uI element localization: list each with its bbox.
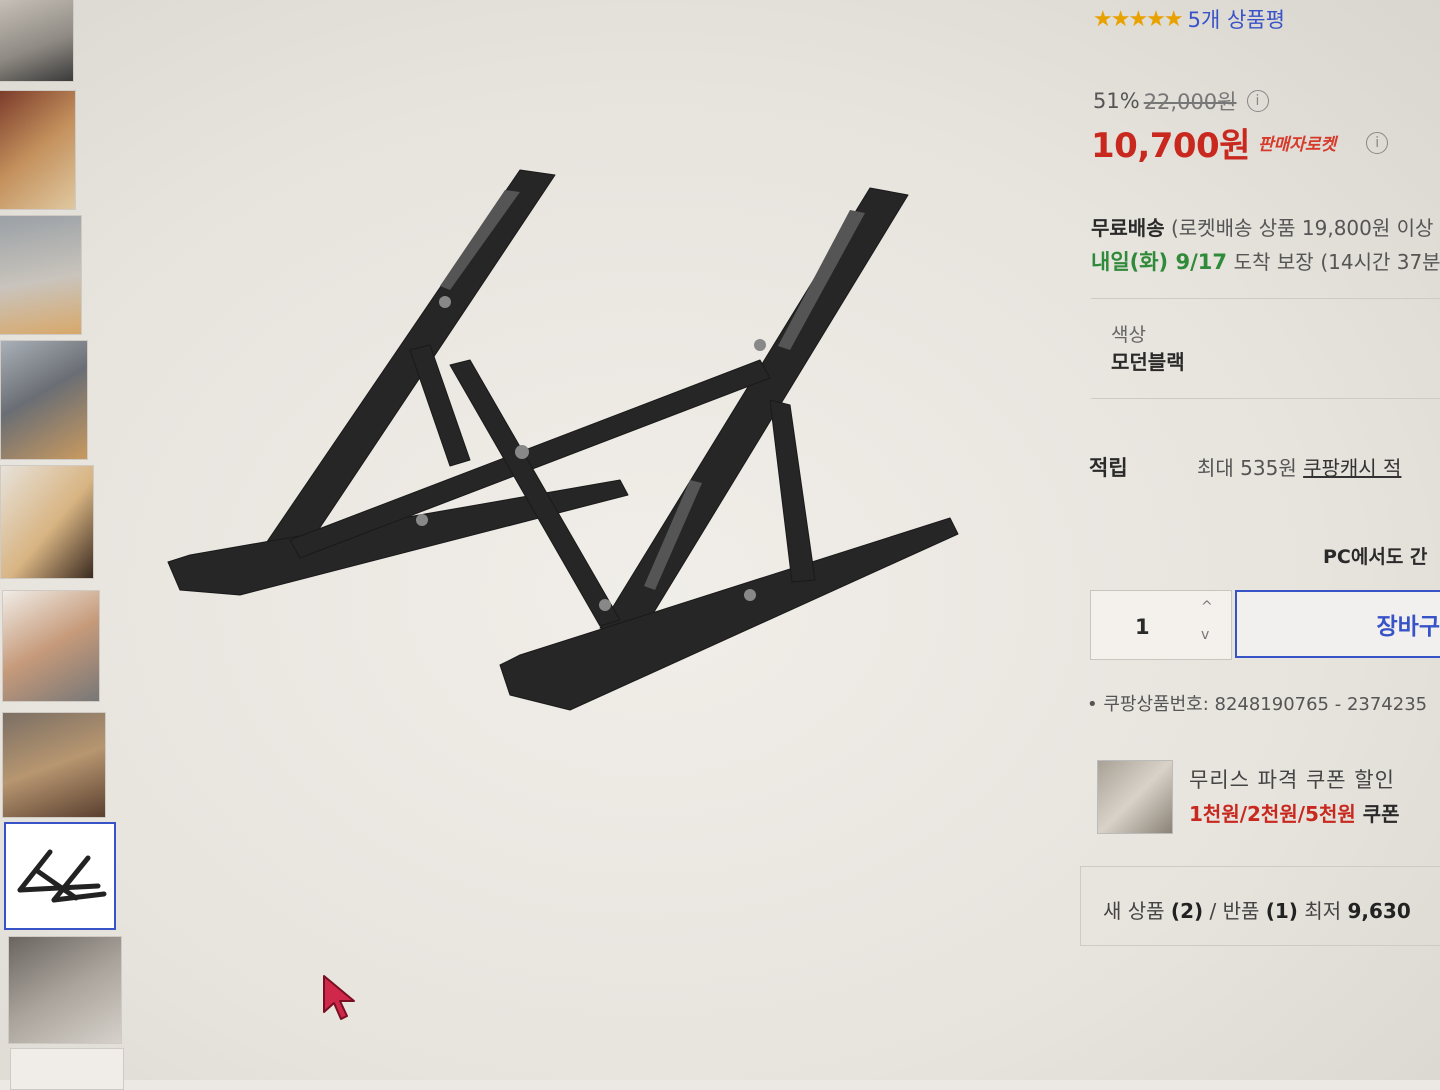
divider [1091,298,1440,299]
coupon-amounts: 1천원/2천원/5천원 [1189,802,1356,826]
shipping-info: 무료배송 (로켓배송 상품 19,800원 이상 [1091,212,1433,241]
new-product-label: 새 상품 [1103,899,1165,923]
thumbnail-10[interactable] [10,1048,124,1090]
color-option-label: 색상 [1111,324,1146,346]
mouse-cursor-icon [323,975,355,1020]
arrival-guarantee: 도착 보장 [1233,250,1314,274]
other-offers-box[interactable]: 새 상품 (2) / 반품 (1) 최저 9,630 [1080,866,1440,946]
thumbnail-4[interactable] [0,340,88,460]
coupon-thumbnail[interactable] [1097,760,1173,834]
sale-price: 10,700원 [1091,126,1250,166]
review-count-link[interactable]: 5개 상품평 [1188,4,1285,34]
reward-value: 최대 535원 쿠팡캐시 적 [1197,452,1401,481]
thumbnail-strip [0,0,125,1090]
thumbnail-2[interactable] [0,90,76,210]
free-shipping-label: 무료배송 [1091,216,1165,240]
reward-amount: 최대 535원 [1197,456,1297,480]
arrival-countdown: (14시간 37분 [1320,250,1440,274]
discount-rate: 51% [1093,89,1140,113]
discount-row: 51% 22,000원 i [1093,86,1269,116]
coupon-title[interactable]: 무리스 파격 쿠폰 할인 [1189,764,1395,794]
thumbnail-5[interactable] [0,465,94,579]
coupon-description: 1천원/2천원/5천원 쿠폰 [1189,798,1400,827]
quantity-stepper[interactable]: 1 ^ v [1090,590,1232,660]
star-rating-icon: ★★★★★ [1093,6,1184,32]
pc-note: PC에서도 간 [1323,546,1428,568]
color-option-value[interactable]: 모던블랙 [1111,346,1185,375]
price-info-icon[interactable]: i [1366,131,1389,154]
thumbnail-9[interactable] [8,936,122,1044]
arrival-date: 내일(화) 9/17 [1091,250,1227,274]
quantity-value[interactable]: 1 [1135,615,1150,639]
chevron-down-icon[interactable]: v [1201,627,1209,643]
product-number: • 쿠팡상품번호: 8248190765 - 2374235 [1087,694,1428,715]
arrival-info: 내일(화) 9/17 도착 보장 (14시간 37분 [1091,246,1440,276]
rating-row: ★★★★★ 5개 상품평 [1093,4,1285,34]
laptop-stand-thumbnail-icon [17,849,107,903]
thumbnail-3[interactable] [0,215,82,335]
thumbnail-1[interactable] [0,0,74,82]
thumbnail-7[interactable] [2,712,106,818]
return-label: 반품 [1222,899,1260,923]
coupang-cash-link[interactable]: 쿠팡캐시 적 [1303,456,1401,480]
product-info-panel: ★★★★★ 5개 상품평 51% 22,000원 i 10,700원 판매자로켓… [1080,0,1440,1080]
thumbnail-6[interactable] [2,590,100,702]
main-product-image [167,169,959,711]
reward-label: 적립 [1089,456,1128,480]
info-icon[interactable]: i [1246,90,1269,112]
thumbnail-8-selected[interactable] [4,822,116,930]
add-to-cart-button[interactable]: 장바구 [1235,590,1440,658]
price-row: 10,700원 판매자로켓 i [1091,118,1389,167]
other-offers-text: 새 상품 (2) / 반품 (1) 최저 9,630 [1103,899,1411,923]
new-product-count: (2) [1170,899,1204,923]
lowest-price: 9,630 [1347,899,1411,923]
chevron-up-icon[interactable]: ^ [1201,599,1213,615]
shipping-condition: (로켓배송 상품 19,800원 이상 [1170,216,1434,240]
return-count: (1) [1265,899,1298,923]
divider [1091,398,1440,399]
coupon-suffix: 쿠폰 [1362,802,1400,826]
original-price: 22,000원 [1143,90,1237,114]
seller-rocket-badge: 판매자로켓 [1257,135,1337,155]
product-number-text: 쿠팡상품번호: 8248190765 - 2374235 [1103,694,1428,715]
lowest-label: 최저 [1304,899,1342,923]
